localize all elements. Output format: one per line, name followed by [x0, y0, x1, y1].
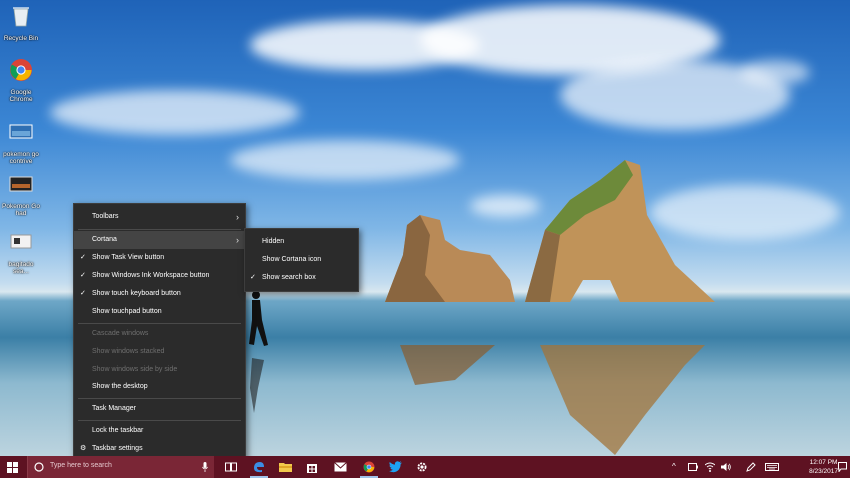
desktop-icon-label: Pokemon Go had — [2, 203, 40, 217]
submenu-item-hidden[interactable]: Hidden — [245, 233, 358, 251]
store-icon[interactable] — [306, 461, 318, 473]
checkmark-icon: ✓ — [80, 254, 86, 261]
image-file-icon — [9, 124, 33, 139]
menu-separator — [78, 420, 241, 421]
menu-item-toolbars[interactable]: Toolbars › — [74, 208, 245, 226]
chevron-up-icon[interactable]: ^ — [672, 462, 676, 471]
twitter-icon[interactable] — [389, 461, 402, 473]
menu-item-show-desktop[interactable]: Show the desktop — [74, 378, 245, 396]
taskbar[interactable]: Type here to search ^ 12:07 PM 8/23/2017 — [0, 456, 850, 478]
desktop-icon-label: Recycle Bin — [3, 35, 39, 42]
menu-item-label: Hidden — [262, 238, 285, 245]
task-view-icon[interactable] — [225, 462, 237, 472]
windows-start-icon[interactable] — [7, 462, 18, 473]
pen-ink-icon[interactable] — [746, 462, 756, 472]
system-clock[interactable]: 12:07 PM 8/23/2017 — [809, 458, 838, 476]
desktop-icon-pokemon-contrive[interactable]: pokemon go contrive — [0, 120, 42, 165]
menu-item-show-touchpad[interactable]: Show touchpad button — [74, 303, 245, 321]
desktop-icon-recycle-bin[interactable]: Recycle Bin — [0, 4, 42, 42]
checkmark-icon: ✓ — [250, 274, 256, 281]
menu-item-label: Task Manager — [92, 405, 136, 412]
menu-item-label: Show windows side by side — [92, 366, 178, 373]
edge-taskbar-button[interactable] — [248, 456, 270, 478]
menu-item-task-manager[interactable]: Task Manager — [74, 400, 245, 418]
menu-item-side-by-side: Show windows side by side — [74, 361, 245, 379]
menu-item-label: Show Windows Ink Workspace button — [92, 272, 210, 279]
menu-item-show-touch-keyboard[interactable]: ✓ Show touch keyboard button — [74, 285, 245, 303]
wifi-icon[interactable] — [705, 462, 715, 472]
chrome-taskbar-button[interactable] — [358, 456, 380, 478]
settings-icon[interactable] — [416, 461, 428, 473]
runner-silhouette — [249, 291, 268, 346]
menu-item-label: Taskbar settings — [92, 445, 143, 452]
menu-separator — [78, 323, 241, 324]
menu-item-cortana[interactable]: Cortana › — [74, 231, 245, 249]
cortana-circle-icon — [34, 462, 44, 472]
chrome-icon — [363, 461, 375, 473]
menu-item-label: Cascade windows — [92, 330, 149, 337]
chrome-icon — [10, 59, 32, 81]
menu-item-label: Cortana — [92, 236, 117, 243]
cortana-submenu: Hidden Show Cortana icon ✓ Show search b… — [244, 228, 359, 292]
menu-separator — [78, 398, 241, 399]
menu-item-label: Toolbars — [92, 213, 119, 220]
desktop-icon-label: pokemon go contrive — [3, 151, 39, 165]
recycle-bin-icon — [13, 7, 29, 27]
checkmark-icon: ✓ — [80, 290, 86, 297]
clock-time: 12:07 PM — [809, 459, 838, 466]
runner-reflection — [250, 358, 264, 413]
desktop-icon-pokemon-had[interactable]: Pokemon Go had — [0, 172, 42, 217]
search-placeholder: Type here to search — [50, 462, 112, 469]
sea-rocks — [385, 160, 715, 455]
microphone-icon[interactable] — [202, 462, 208, 472]
checkmark-icon: ✓ — [80, 272, 86, 279]
submenu-item-show-search-box[interactable]: ✓ Show search box — [245, 269, 358, 287]
menu-item-label: Show touchpad button — [92, 308, 162, 315]
chevron-right-icon: › — [236, 235, 239, 245]
menu-separator — [78, 229, 241, 230]
menu-item-label: Show touch keyboard button — [92, 290, 181, 297]
desktop-icon-chrome[interactable]: Google Chrome — [0, 58, 42, 103]
menu-item-label: Show search box — [262, 274, 316, 281]
menu-item-show-task-view[interactable]: ✓ Show Task View button — [74, 249, 245, 267]
volume-icon[interactable] — [721, 462, 731, 472]
desktop-icon-label: bagitado sea... — [8, 261, 34, 275]
menu-item-show-windows-stacked: Show windows stacked — [74, 343, 245, 361]
menu-item-label: Show the desktop — [92, 383, 148, 390]
taskbar-context-menu: Toolbars › Cortana › ✓ Show Task View bu… — [73, 203, 246, 460]
chevron-right-icon: › — [236, 212, 239, 222]
file-explorer-icon[interactable] — [279, 462, 292, 472]
image-file-icon — [9, 176, 33, 192]
edge-icon — [254, 462, 264, 473]
menu-item-label: Show windows stacked — [92, 348, 165, 355]
menu-item-label: Show Cortana icon — [262, 256, 322, 263]
action-center-icon[interactable] — [838, 462, 847, 472]
mail-icon[interactable] — [334, 462, 347, 472]
menu-item-show-ink-workspace[interactable]: ✓ Show Windows Ink Workspace button — [74, 267, 245, 285]
menu-item-label: Lock the taskbar — [92, 427, 144, 434]
menu-item-cascade-windows: Cascade windows — [74, 325, 245, 343]
desktop-icon-bagitado[interactable]: bagitado sea... — [0, 230, 42, 275]
touch-keyboard-icon[interactable] — [765, 463, 779, 471]
submenu-item-show-cortana-icon[interactable]: Show Cortana icon — [245, 251, 358, 269]
image-file-icon — [10, 234, 32, 249]
desktop-icon-label: Google Chrome — [9, 89, 33, 103]
menu-item-label: Show Task View button — [92, 254, 165, 261]
battery-icon[interactable] — [688, 463, 698, 471]
clock-date: 8/23/2017 — [809, 468, 838, 475]
menu-item-lock-taskbar[interactable]: Lock the taskbar — [74, 422, 245, 440]
search-box[interactable]: Type here to search — [27, 456, 214, 478]
